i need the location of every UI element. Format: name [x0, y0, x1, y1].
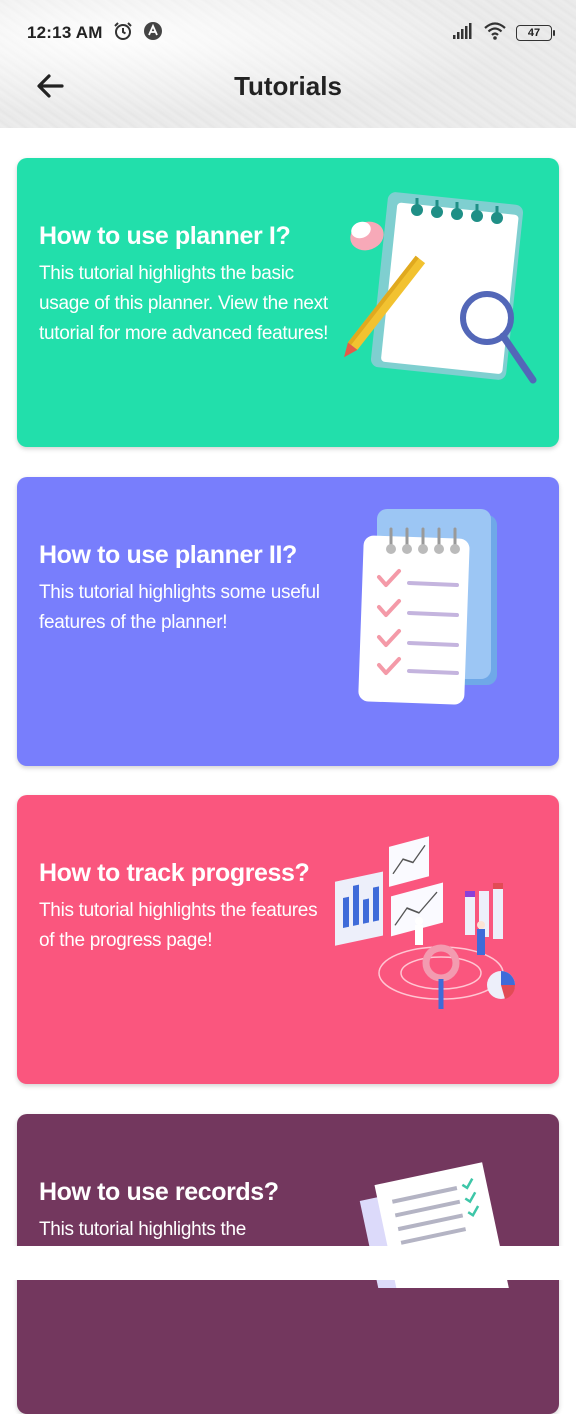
card-description: This tutorial highlights some useful fea…	[39, 582, 320, 633]
tutorial-card-planner-1[interactable]: How to use planner I? This tutorial high…	[17, 158, 559, 447]
status-right: 47	[452, 21, 555, 45]
card-text: How to use planner I? This tutorial high…	[39, 221, 329, 349]
bottom-spacer	[0, 1246, 576, 1280]
analytics-illustration-icon	[264, 833, 544, 1028]
card-description: This tutorial highlights the	[39, 1219, 247, 1240]
battery-indicator: 47	[516, 25, 555, 41]
alarm-icon	[113, 21, 133, 46]
checklist-illustration-icon	[353, 509, 533, 714]
card-title: How to track progress?	[39, 859, 310, 887]
app-notification-icon	[143, 21, 163, 46]
card-title: How to use planner I?	[39, 222, 291, 250]
tutorial-card-planner-2[interactable]: How to use planner II? This tutorial hig…	[17, 477, 559, 766]
app-header: 12:13 AM 47 Tutorials	[0, 0, 576, 128]
notepad-illustration-icon	[335, 188, 540, 398]
page-title: Tutorials	[234, 71, 342, 101]
card-text: How to use records? This tutorial highli…	[39, 1177, 329, 1245]
status-left: 12:13 AM	[27, 21, 163, 46]
toolbar: Tutorials	[0, 60, 576, 116]
status-bar: 12:13 AM 47	[0, 0, 576, 66]
card-description: This tutorial highlights the basic usage…	[39, 263, 329, 344]
status-time: 12:13 AM	[27, 23, 103, 42]
wifi-icon	[484, 21, 506, 45]
card-title: How to use planner II?	[39, 541, 297, 569]
card-title: How to use records?	[39, 1178, 279, 1206]
card-description: This tutorial highlights the features of…	[39, 900, 318, 951]
tutorial-card-progress[interactable]: How to track progress? This tutorial hig…	[17, 795, 559, 1084]
card-text: How to use planner II? This tutorial hig…	[39, 540, 329, 638]
card-text: How to track progress? This tutorial hig…	[39, 858, 329, 956]
signal-icon	[452, 22, 474, 44]
